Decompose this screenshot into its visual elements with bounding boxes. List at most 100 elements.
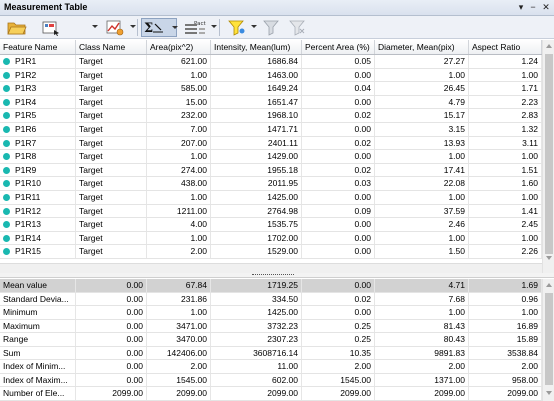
stat-aspect-ratio[interactable]: 1.69 bbox=[469, 279, 542, 292]
cell-area[interactable]: 274.00 bbox=[147, 163, 211, 177]
cell-class-name[interactable]: Target bbox=[76, 245, 147, 258]
stat-percent-area[interactable]: 0.25 bbox=[302, 319, 375, 332]
cell-aspect-ratio[interactable]: 3.11 bbox=[469, 136, 542, 150]
stats-row[interactable]: Range 0.00 3470.00 2307.23 0.25 80.43 15.89 bbox=[0, 333, 542, 347]
stat-diameter-mean[interactable]: 81.43 bbox=[375, 319, 469, 332]
cell-area[interactable]: 7.00 bbox=[147, 123, 211, 136]
cell-diameter-mean[interactable]: 15.17 bbox=[375, 109, 469, 122]
cell-intensity-mean[interactable]: 1535.75 bbox=[211, 218, 302, 231]
stat-diameter-mean[interactable]: 1.00 bbox=[375, 306, 469, 319]
stat-aspect-ratio[interactable]: 0.96 bbox=[469, 292, 542, 305]
cell-area[interactable]: 621.00 bbox=[147, 55, 211, 68]
cell-percent-area[interactable]: 0.09 bbox=[302, 204, 375, 218]
stat-percent-area[interactable]: 0.00 bbox=[302, 306, 375, 319]
column-header-feature-name[interactable]: Feature Name bbox=[0, 40, 76, 54]
stat-aspect-ratio[interactable]: 16.89 bbox=[469, 319, 542, 332]
table-row[interactable]: P1R13 Target 4.00 1535.75 0.00 2.46 2.45 bbox=[0, 218, 542, 232]
stat-class-name[interactable]: 0.00 bbox=[76, 333, 147, 346]
stat-percent-area[interactable]: 1545.00 bbox=[302, 373, 375, 386]
stats-vertical-scrollbar[interactable] bbox=[542, 279, 554, 401]
cell-area[interactable]: 1.00 bbox=[147, 191, 211, 204]
stat-diameter-mean[interactable]: 2.00 bbox=[375, 360, 469, 373]
cell-feature-name[interactable]: P1R6 bbox=[0, 123, 76, 136]
cell-area[interactable]: 1.00 bbox=[147, 68, 211, 82]
cell-intensity-mean[interactable]: 1955.18 bbox=[211, 163, 302, 177]
statistics-button[interactable]: Σ bbox=[141, 18, 178, 37]
filter-highlight-dropdown-icon[interactable] bbox=[251, 25, 257, 28]
horizontal-scrollbar[interactable] bbox=[0, 263, 542, 273]
statistics-dropdown-icon[interactable] bbox=[172, 26, 178, 29]
stat-intensity-mean[interactable]: 11.00 bbox=[211, 360, 302, 373]
chart-settings-dropdown-icon[interactable] bbox=[130, 25, 136, 28]
cell-percent-area[interactable]: 0.00 bbox=[302, 150, 375, 163]
cell-intensity-mean[interactable]: 1471.71 bbox=[211, 123, 302, 136]
cell-aspect-ratio[interactable]: 1.00 bbox=[469, 231, 542, 245]
cell-aspect-ratio[interactable]: 1.00 bbox=[469, 150, 542, 163]
table-row[interactable]: P1R14 Target 1.00 1702.00 0.00 1.00 1.00 bbox=[0, 231, 542, 246]
stat-area[interactable]: 3471.00 bbox=[147, 319, 211, 332]
cell-feature-name[interactable]: P1R13 bbox=[0, 218, 76, 231]
stats-row-selected[interactable]: Mean value 0.00 67.84 1719.25 0.00 4.71 1.69 bbox=[0, 279, 542, 293]
cell-area[interactable]: 2.00 bbox=[147, 245, 211, 258]
scroll-up-icon[interactable] bbox=[546, 44, 552, 48]
stat-percent-area[interactable]: 10.35 bbox=[302, 346, 375, 359]
stat-area[interactable]: 1.00 bbox=[147, 306, 211, 319]
stats-row[interactable]: Standard Devia... 0.00 231.86 334.50 0.02 7.6… bbox=[0, 292, 542, 306]
stats-row[interactable]: Index of Minim... 0.00 2.00 11.00 2.00 2.00 2.… bbox=[0, 360, 542, 374]
cell-aspect-ratio[interactable]: 2.83 bbox=[469, 109, 542, 122]
table-row[interactable]: P1R4 Target 15.00 1651.47 0.00 4.79 2.23 bbox=[0, 95, 542, 110]
stat-aspect-ratio[interactable]: 15.89 bbox=[469, 333, 542, 346]
cell-area[interactable]: 1.00 bbox=[147, 231, 211, 245]
cell-area[interactable]: 1.00 bbox=[147, 150, 211, 163]
cell-intensity-mean[interactable]: 2011.95 bbox=[211, 177, 302, 190]
stats-scroll-down-icon[interactable] bbox=[546, 391, 552, 395]
stats-row[interactable]: Index of Maxim... 0.00 1545.00 602.00 1545.0… bbox=[0, 373, 542, 387]
stat-class-name[interactable]: 0.00 bbox=[76, 279, 147, 292]
filter-clear-button[interactable] bbox=[286, 18, 308, 37]
stat-diameter-mean[interactable]: 80.43 bbox=[375, 333, 469, 346]
stat-label[interactable]: Sum bbox=[0, 346, 76, 359]
stat-aspect-ratio[interactable]: 958.00 bbox=[469, 373, 542, 386]
pin-icon[interactable]: − bbox=[527, 1, 539, 13]
cell-feature-name[interactable]: P1R9 bbox=[0, 163, 76, 177]
stat-percent-area[interactable]: 2.00 bbox=[302, 360, 375, 373]
cell-class-name[interactable]: Target bbox=[76, 218, 147, 231]
open-folder-button[interactable] bbox=[6, 18, 28, 37]
cell-class-name[interactable]: Target bbox=[76, 191, 147, 204]
table-row[interactable]: P1R5 Target 232.00 1968.10 0.02 15.17 2.83 bbox=[0, 109, 542, 123]
cell-intensity-mean[interactable]: 1429.00 bbox=[211, 150, 302, 163]
scroll-down-icon[interactable] bbox=[546, 256, 552, 260]
cell-aspect-ratio[interactable]: 2.23 bbox=[469, 95, 542, 109]
cell-diameter-mean[interactable]: 26.45 bbox=[375, 82, 469, 95]
cell-percent-area[interactable]: 0.00 bbox=[302, 218, 375, 231]
cell-diameter-mean[interactable]: 1.00 bbox=[375, 191, 469, 204]
stat-label[interactable]: Standard Devia... bbox=[0, 292, 76, 305]
cell-area[interactable]: 1211.00 bbox=[147, 204, 211, 218]
stat-area[interactable]: 231.86 bbox=[147, 292, 211, 305]
stats-row[interactable]: Sum 0.00 142406.00 3608716.14 10.35 9891.83 35… bbox=[0, 346, 542, 360]
cell-diameter-mean[interactable]: 22.08 bbox=[375, 177, 469, 190]
cell-percent-area[interactable]: 0.03 bbox=[302, 177, 375, 190]
stat-class-name[interactable]: 0.00 bbox=[76, 346, 147, 359]
table-row[interactable]: P1R8 Target 1.00 1429.00 0.00 1.00 1.00 bbox=[0, 150, 542, 164]
add-selection-dropdown-icon[interactable] bbox=[92, 25, 98, 28]
filter-button[interactable] bbox=[260, 18, 282, 37]
stat-aspect-ratio[interactable]: 2099.00 bbox=[469, 387, 542, 400]
cell-diameter-mean[interactable]: 1.00 bbox=[375, 68, 469, 82]
table-row[interactable]: P1R9 Target 274.00 1955.18 0.02 17.41 1.51 bbox=[0, 163, 542, 178]
stat-label[interactable]: Number of Ele... bbox=[0, 387, 76, 400]
cell-percent-area[interactable]: 0.00 bbox=[302, 231, 375, 245]
table-row[interactable]: P1R12 Target 1211.00 2764.98 0.09 37.59 1.41 bbox=[0, 204, 542, 219]
cell-class-name[interactable]: Target bbox=[76, 95, 147, 109]
cell-percent-area[interactable]: 0.00 bbox=[302, 123, 375, 136]
cell-diameter-mean[interactable]: 1.00 bbox=[375, 150, 469, 163]
column-header-intensity-mean[interactable]: Intensity, Mean(lum) bbox=[211, 40, 302, 54]
stat-class-name[interactable]: 2099.00 bbox=[76, 387, 147, 400]
stat-percent-area[interactable]: 0.25 bbox=[302, 333, 375, 346]
cell-intensity-mean[interactable]: 1651.47 bbox=[211, 95, 302, 109]
cell-class-name[interactable]: Target bbox=[76, 163, 147, 177]
cell-aspect-ratio[interactable]: 1.00 bbox=[469, 68, 542, 82]
cell-feature-name[interactable]: P1R10 bbox=[0, 177, 76, 190]
stat-intensity-mean[interactable]: 602.00 bbox=[211, 373, 302, 386]
table-row[interactable]: P1R3 Target 585.00 1649.24 0.04 26.45 1.71 bbox=[0, 82, 542, 96]
